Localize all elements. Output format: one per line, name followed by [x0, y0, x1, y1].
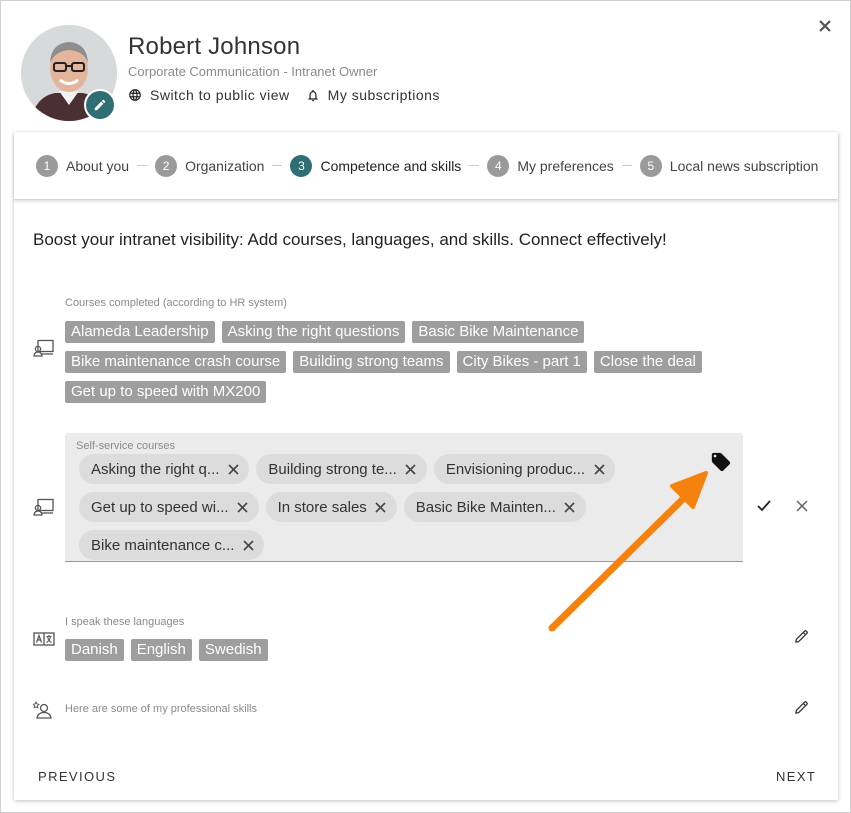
languages-label: I speak these languages: [65, 616, 185, 628]
remove-chip-button[interactable]: [564, 501, 576, 513]
chip-label: Envisioning produc...: [445, 460, 586, 478]
course-chip: Envisioning produc...: [433, 454, 616, 484]
close-icon: [819, 20, 831, 32]
profile-role: Corporate Communication - Intranet Owner: [128, 64, 378, 79]
remove-chip-button[interactable]: [593, 463, 605, 475]
translate-icon: [33, 632, 55, 646]
course-tag: Alameda Leadership: [65, 321, 215, 343]
stepper: 1 About you 2 Organization 3 Competence …: [14, 132, 838, 200]
close-icon: [594, 463, 605, 475]
step-separator: [137, 165, 148, 166]
step-number: 3: [290, 154, 313, 177]
step-separator: [272, 165, 283, 166]
remove-chip-button[interactable]: [242, 539, 254, 551]
profile-dialog: Robert Johnson Corporate Communication -…: [0, 0, 851, 813]
profile-name: Robert Johnson: [128, 33, 301, 60]
edit-languages-pencil-icon[interactable]: [793, 628, 810, 645]
skills-icon: [33, 701, 52, 719]
language-tag: Swedish: [198, 639, 268, 661]
step-number: 5: [639, 154, 662, 177]
close-dialog-button[interactable]: [816, 17, 834, 35]
course-chip: Asking the right q...: [79, 454, 250, 484]
self-service-chips: Asking the right q... Building strong te…: [79, 454, 639, 568]
close-icon: [405, 463, 416, 475]
step-label: My preferences: [517, 157, 614, 174]
tag-icon[interactable]: [710, 451, 732, 473]
step-about-you[interactable]: 1 About you: [36, 154, 130, 177]
language-tags: Danish English Swedish: [65, 639, 665, 669]
wizard-card: 1 About you 2 Organization 3 Competence …: [14, 132, 838, 800]
step-local-news-subscription[interactable]: 5 Local news subscription: [639, 154, 819, 177]
header-links: Switch to public view My subscriptions: [128, 87, 440, 103]
close-icon: [237, 501, 248, 513]
course-icon: [33, 339, 54, 357]
course-chip: Bike maintenance c...: [79, 530, 265, 560]
step-label: Organization: [185, 157, 265, 174]
close-icon: [564, 501, 575, 513]
edit-skills-pencil-icon[interactable]: [793, 699, 810, 716]
courses-completed-label: Courses completed (according to HR syste…: [65, 297, 287, 309]
step-number: 1: [36, 154, 58, 177]
step-label: Competence and skills: [320, 157, 462, 174]
chip-label: Asking the right q...: [91, 460, 220, 478]
chip-label: Get up to speed wi...: [91, 498, 229, 516]
course-chip: Get up to speed wi...: [79, 492, 259, 522]
chip-label: In store sales: [277, 498, 367, 516]
language-tag: Danish: [65, 639, 124, 661]
my-subscriptions-label: My subscriptions: [327, 87, 440, 103]
course-tag: Bike maintenance crash course: [65, 351, 287, 373]
pencil-icon: [94, 99, 106, 111]
close-icon: [375, 501, 386, 513]
step-label: Local news subscription: [669, 157, 819, 174]
remove-chip-button[interactable]: [237, 501, 249, 513]
previous-button[interactable]: PREVIOUS: [38, 769, 116, 784]
switch-public-view-label: Switch to public view: [150, 87, 290, 103]
course-chip: Building strong te...: [256, 454, 427, 484]
self-service-courses-label: Self-service courses: [76, 440, 176, 452]
globe-icon: [129, 89, 141, 101]
bell-icon: [308, 89, 318, 101]
step-separator: [469, 165, 480, 166]
course-tag: City Bikes - part 1: [456, 351, 587, 373]
intro-text: Boost your intranet visibility: Add cour…: [33, 230, 667, 249]
step-my-preferences[interactable]: 4 My preferences: [487, 154, 614, 177]
cancel-close-icon[interactable]: [796, 500, 808, 512]
course-tag: Asking the right questions: [221, 321, 406, 343]
next-button[interactable]: NEXT: [776, 769, 816, 784]
step-number: 2: [155, 154, 178, 177]
switch-public-view-link[interactable]: Switch to public view: [128, 87, 290, 103]
confirm-check-icon[interactable]: [756, 499, 772, 513]
course-tag: Basic Bike Maintenance: [412, 321, 585, 343]
course-icon: [33, 498, 54, 516]
step-number: 4: [487, 154, 510, 177]
step-competence-and-skills[interactable]: 3 Competence and skills: [290, 154, 462, 177]
language-tag: English: [130, 639, 192, 661]
skills-label: Here are some of my professional skills: [65, 703, 257, 715]
step-organization[interactable]: 2 Organization: [155, 154, 265, 177]
chip-label: Building strong te...: [268, 460, 397, 478]
step-label: About you: [66, 157, 130, 174]
course-chip: In store sales: [265, 492, 397, 522]
course-tag: Close the deal: [593, 351, 702, 373]
course-tag: Building strong teams: [293, 351, 450, 373]
my-subscriptions-link[interactable]: My subscriptions: [306, 87, 440, 103]
courses-completed-tags: Alameda Leadership Asking the right ques…: [65, 321, 765, 411]
close-icon: [243, 539, 254, 551]
remove-chip-button[interactable]: [375, 501, 387, 513]
chip-label: Bike maintenance c...: [91, 536, 235, 554]
remove-chip-button[interactable]: [227, 463, 239, 475]
step-separator: [621, 165, 632, 166]
course-chip: Basic Bike Mainten...: [403, 492, 586, 522]
course-tag: Get up to speed with MX200: [65, 381, 267, 403]
self-service-courses-field[interactable]: Self-service courses Asking the right q.…: [65, 433, 743, 562]
remove-chip-button[interactable]: [405, 463, 417, 475]
chip-label: Basic Bike Mainten...: [415, 498, 556, 516]
close-icon: [228, 463, 239, 475]
edit-avatar-button[interactable]: [84, 89, 116, 121]
